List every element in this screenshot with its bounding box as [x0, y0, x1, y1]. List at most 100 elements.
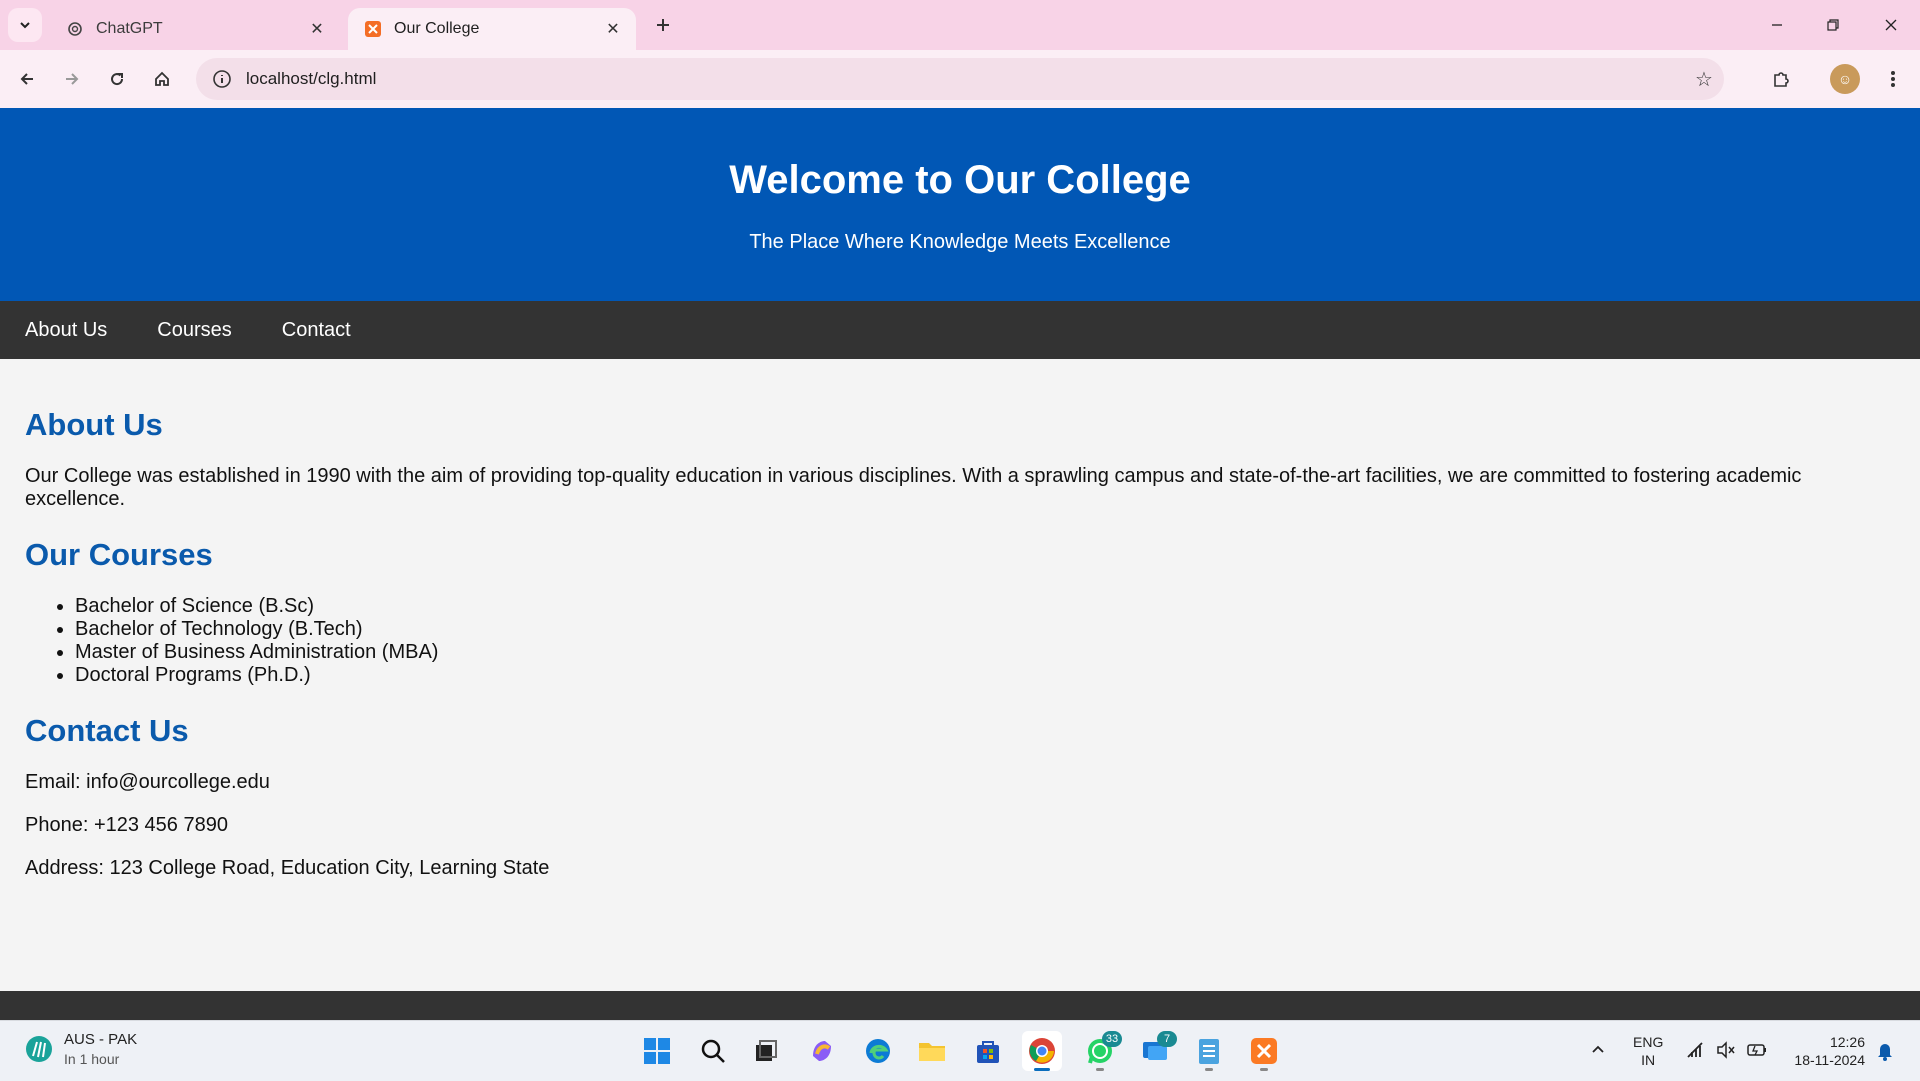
- about-heading: About Us: [25, 407, 163, 442]
- close-icon[interactable]: ✕: [306, 18, 328, 40]
- volume-muted-icon[interactable]: [1716, 1041, 1736, 1063]
- region-code: IN: [1641, 1052, 1656, 1068]
- about-text: Our College was established in 1990 with…: [25, 465, 1802, 510]
- courses-heading: Our Courses: [25, 537, 213, 572]
- contact-section: Contact Us Email: info@ourcollege.edu Ph…: [25, 713, 1895, 880]
- chevron-up-icon: [1592, 1045, 1604, 1053]
- home-button[interactable]: [145, 62, 179, 96]
- about-section: About Us Our College was established in …: [25, 407, 1895, 511]
- tab-label: Our College: [394, 20, 480, 37]
- battery-icon[interactable]: [1746, 1041, 1768, 1063]
- show-hidden-icons-button[interactable]: [1590, 1041, 1606, 1061]
- contact-heading: Contact Us: [25, 713, 189, 748]
- network-icon[interactable]: [1686, 1041, 1706, 1063]
- windows-taskbar: AUS - PAK In 1 hour 33 7 ENG IN 12:26 18…: [0, 1020, 1920, 1081]
- more-vert-icon: [1891, 71, 1895, 87]
- notifications-icon[interactable]: [1876, 1041, 1894, 1065]
- edge-button[interactable]: [858, 1031, 898, 1071]
- extensions-button[interactable]: [1764, 62, 1798, 96]
- arrow-right-icon: [66, 73, 79, 85]
- nav-link-contact[interactable]: Contact: [282, 319, 351, 342]
- list-item: Bachelor of Technology (B.Tech): [75, 618, 1895, 641]
- clock-time: 12:26: [1829, 1034, 1865, 1050]
- xampp-icon: [1251, 1038, 1277, 1064]
- weather-subtitle: In 1 hour: [64, 1051, 120, 1067]
- cricket-icon: [26, 1036, 52, 1062]
- page-header: Welcome to Our College The Place Where K…: [0, 108, 1920, 301]
- tab-chatgpt[interactable]: ChatGPT ✕: [50, 8, 340, 50]
- arrow-left-icon: [20, 73, 33, 85]
- restore-icon: [1827, 19, 1839, 31]
- weather-title: AUS - PAK: [64, 1031, 138, 1048]
- folder-icon: [919, 1043, 945, 1061]
- language-indicator[interactable]: ENG IN: [1633, 1033, 1663, 1069]
- list-item: Doctoral Programs (Ph.D.): [75, 664, 1895, 687]
- tab-our-college[interactable]: Our College ✕: [348, 8, 636, 50]
- clock[interactable]: 12:26 18-11-2024: [1785, 1033, 1865, 1069]
- notepad-icon: [1199, 1039, 1219, 1064]
- reload-button[interactable]: [100, 62, 134, 96]
- url-text: localhost/clg.html: [246, 69, 377, 88]
- courses-section: Our Courses Bachelor of Science (B.Sc) B…: [25, 537, 1895, 687]
- contact-email: Email: info@ourcollege.edu: [25, 771, 270, 793]
- minimize-icon: [1772, 24, 1782, 26]
- list-item: Master of Business Administration (MBA): [75, 641, 1895, 664]
- page-footer: [0, 991, 1920, 1020]
- menu-button[interactable]: [1876, 62, 1910, 96]
- courses-list: Bachelor of Science (B.Sc) Bachelor of T…: [25, 595, 1895, 687]
- list-item: Bachelor of Science (B.Sc): [75, 595, 1895, 618]
- contact-address: Address: 123 College Road, Education Cit…: [25, 857, 550, 879]
- copilot-button[interactable]: [802, 1031, 842, 1071]
- chrome-button[interactable]: [1022, 1031, 1062, 1071]
- browser-toolbar: localhost/clg.html ☆ ☺: [0, 50, 1920, 109]
- minimize-button[interactable]: [1752, 8, 1802, 42]
- contact-phone: Phone: +123 456 7890: [25, 814, 228, 836]
- clock-date: 18-11-2024: [1794, 1052, 1865, 1068]
- notification-badge: 7: [1157, 1031, 1177, 1047]
- tab-strip: ChatGPT ✕ Our College ✕: [0, 0, 1920, 50]
- web-page: Welcome to Our College The Place Where K…: [0, 108, 1920, 1020]
- address-bar[interactable]: localhost/clg.html ☆: [196, 58, 1724, 100]
- close-icon[interactable]: ✕: [602, 18, 624, 40]
- store-icon: [977, 1041, 999, 1063]
- nav-link-about[interactable]: About Us: [25, 319, 107, 342]
- running-indicator: [1096, 1068, 1104, 1071]
- close-icon: [1885, 19, 1897, 31]
- copilot-icon: [813, 1041, 831, 1061]
- store-button[interactable]: [968, 1031, 1008, 1071]
- file-explorer-button[interactable]: [912, 1031, 952, 1071]
- weather-widget[interactable]: AUS - PAK In 1 hour: [24, 1031, 137, 1067]
- task-view-button[interactable]: [746, 1031, 786, 1071]
- active-indicator: [1034, 1068, 1050, 1071]
- tab-label: ChatGPT: [96, 20, 163, 37]
- close-window-button[interactable]: [1866, 8, 1916, 42]
- profile-avatar[interactable]: ☺: [1830, 64, 1860, 94]
- home-icon: [155, 71, 169, 86]
- windows-icon: [644, 1038, 670, 1064]
- xampp-button[interactable]: [1244, 1031, 1284, 1071]
- search-button[interactable]: [693, 1031, 733, 1071]
- start-button[interactable]: [637, 1031, 677, 1071]
- search-icon: [701, 1039, 725, 1063]
- forward-button[interactable]: [55, 62, 89, 96]
- language-code: ENG: [1633, 1034, 1664, 1050]
- messages-button[interactable]: 7: [1135, 1031, 1177, 1071]
- site-info-icon[interactable]: [204, 69, 240, 89]
- back-button[interactable]: [10, 62, 44, 96]
- notepad-button[interactable]: [1189, 1031, 1229, 1071]
- chrome-icon: [1029, 1038, 1055, 1064]
- xampp-icon: [364, 20, 382, 38]
- chevron-down-icon: [20, 22, 30, 29]
- edge-icon: [866, 1039, 890, 1063]
- tab-search-button[interactable]: [8, 8, 42, 42]
- notification-badge: 33: [1102, 1031, 1122, 1047]
- whatsapp-button[interactable]: 33: [1080, 1031, 1122, 1071]
- main-nav: About Us Courses Contact: [0, 301, 1920, 359]
- chatgpt-icon: [66, 20, 84, 38]
- restore-button[interactable]: [1808, 8, 1858, 42]
- nav-link-courses[interactable]: Courses: [157, 319, 231, 342]
- bookmark-star-icon[interactable]: ☆: [1684, 67, 1724, 92]
- new-tab-button[interactable]: [650, 12, 676, 38]
- page-title: Welcome to Our College: [729, 158, 1191, 202]
- puzzle-icon: [1774, 72, 1789, 87]
